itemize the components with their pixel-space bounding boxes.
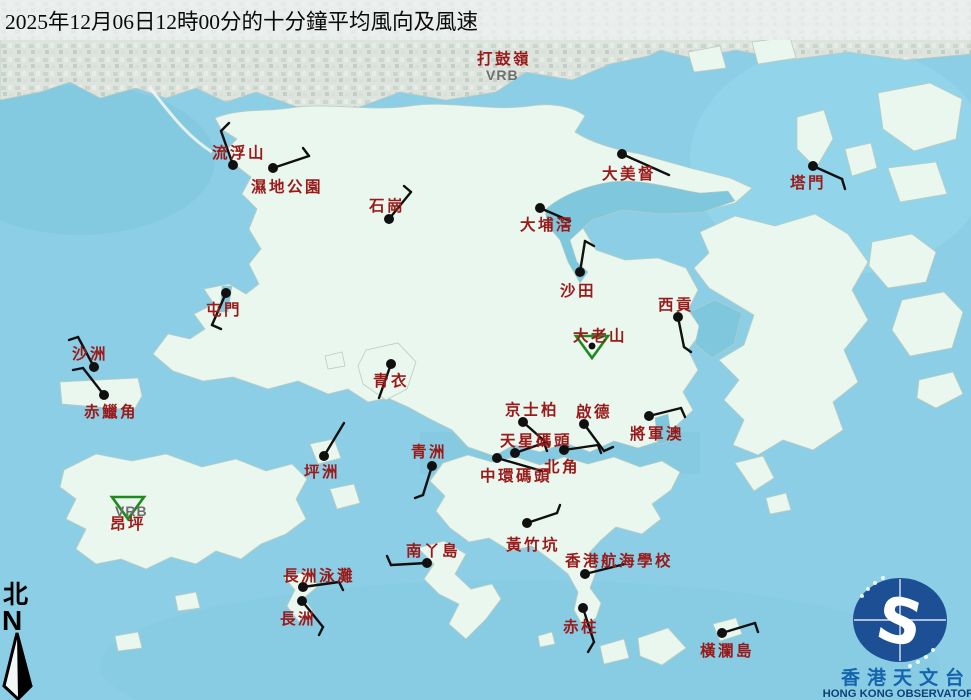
hko-name-chinese: 香港天文台 <box>840 666 971 689</box>
station-dot <box>89 362 99 372</box>
station-label: 啟德 <box>576 402 612 421</box>
station-label: 坪洲 <box>304 463 340 481</box>
station-dot <box>99 390 109 400</box>
station-label: 中環碼頭 <box>480 466 552 485</box>
station-dot <box>386 359 396 369</box>
station-dot <box>221 288 231 298</box>
station-dot <box>644 411 654 421</box>
station-label: 將軍澳 <box>630 424 684 443</box>
station-label: 塔門 <box>790 173 826 192</box>
station-dot <box>575 267 585 277</box>
station-label: 長洲泳灘 <box>283 566 355 585</box>
station-label: 香港航海學校 <box>565 551 673 570</box>
vrb-label: VRB <box>115 503 148 519</box>
page-title: 2025年12月06日12時00分的十分鐘平均風向及風速 <box>5 10 478 34</box>
station-label: 青洲 <box>411 442 447 461</box>
station-dot <box>522 518 532 528</box>
station-label: 屯門 <box>206 300 242 319</box>
station-dot <box>580 569 590 579</box>
station-label: 大老山 <box>573 326 627 345</box>
station-dot <box>535 203 545 213</box>
base-map <box>0 0 971 700</box>
station-label: 沙田 <box>560 282 596 300</box>
station-label: 長洲 <box>280 610 316 628</box>
north-letter-label: N <box>2 605 22 636</box>
station-dot <box>492 453 502 463</box>
station-dot <box>559 445 569 455</box>
station-dot <box>617 149 627 159</box>
wind-station: 昂坪VRB <box>110 497 148 533</box>
station-dot <box>384 214 394 224</box>
station-label: 京士柏 <box>505 400 559 419</box>
station-label: 沙洲 <box>72 345 108 363</box>
wind-map: 2025年12月06日12時00分的十分鐘平均風向及風速 打鼓嶺VRB流浮山濕地… <box>0 0 971 700</box>
station-label: 石崗 <box>368 196 405 215</box>
station-label: 橫瀾島 <box>700 641 754 660</box>
station-label: 濕地公園 <box>251 177 323 196</box>
station-label: 青衣 <box>373 371 409 390</box>
station-dot <box>717 628 727 638</box>
station-label: 大美督 <box>602 164 656 183</box>
station-label: 赤柱 <box>563 617 599 636</box>
station-label: 黃竹坑 <box>505 535 560 554</box>
vrb-label: VRB <box>486 67 519 83</box>
station-label: 赤鱲角 <box>84 402 138 421</box>
station-label: 大埔滘 <box>520 215 574 234</box>
station-label: 西貢 <box>658 296 694 314</box>
wind-map-page: 2025年12月06日12時00分的十分鐘平均風向及風速 打鼓嶺VRB流浮山濕地… <box>0 0 971 700</box>
station-label: 打鼓嶺 <box>477 49 531 68</box>
station-dot <box>808 161 818 171</box>
station-dot <box>578 603 588 613</box>
station-dot <box>268 163 278 173</box>
station-dot <box>319 451 329 461</box>
station-dot <box>427 461 437 471</box>
station-label: 流浮山 <box>212 143 266 162</box>
station-dot <box>297 596 307 606</box>
hko-name-english: HONG KONG OBSERVATORY <box>823 688 971 700</box>
station-label: 南丫島 <box>406 541 460 560</box>
